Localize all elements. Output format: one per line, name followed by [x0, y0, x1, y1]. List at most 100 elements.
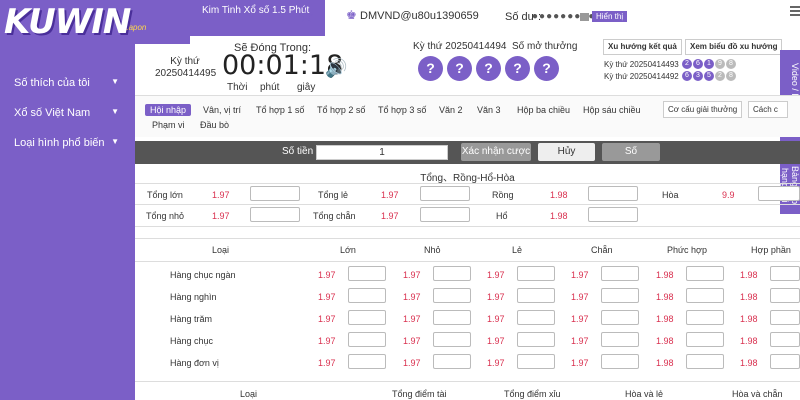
open-result-title: Kỳ thứ 20250414494 Số mở thưởng: [413, 41, 577, 52]
logo-sub: .apon: [126, 22, 147, 32]
bet-amount-input[interactable]: [686, 332, 724, 347]
odds-value: 1.97: [571, 270, 589, 280]
balance-dropdown-icon[interactable]: [580, 13, 589, 21]
result-ball: ?: [476, 56, 501, 81]
tab-van-vi-tri[interactable]: Vân, vị trí: [203, 105, 241, 115]
bet-amount-input[interactable]: [770, 332, 800, 347]
bet-amount-input[interactable]: [517, 354, 555, 369]
bet-amount-input[interactable]: [420, 186, 470, 201]
odds-value: 1.98: [656, 314, 674, 324]
odds-value: 1.97: [318, 292, 336, 302]
trend-chart-button[interactable]: Xem biểu đồ xu hướng: [685, 39, 783, 55]
tab-hop-ba-chieu[interactable]: Hộp ba chiều: [517, 105, 570, 115]
odds-value: 1.98: [656, 270, 674, 280]
bet-amount-input[interactable]: [686, 354, 724, 369]
show-balance-button[interactable]: Hiển thị: [592, 11, 628, 22]
odds-value: 1.98: [656, 358, 674, 368]
odds-value: 1.97: [487, 270, 505, 280]
open-period: Kỳ thứ 20250414494: [413, 41, 507, 52]
tab-hop-sau-chieu[interactable]: Hộp sáu chiều: [583, 105, 641, 115]
bet-amount-input[interactable]: [348, 354, 386, 369]
bet-amount-input[interactable]: [517, 310, 555, 325]
bet-amount-input[interactable]: [686, 266, 724, 281]
favorite-star-icon[interactable]: ☆: [298, 6, 314, 27]
odds-value: 1.98: [550, 190, 568, 200]
sidebar-item-label: Loại hình phổ biến: [14, 137, 105, 149]
sidebar-item-favorites[interactable]: Số thích của tôi ▼: [14, 77, 119, 89]
bet-amount-input[interactable]: [433, 332, 471, 347]
odds-value: 1.98: [740, 358, 758, 368]
volume-icon[interactable]: 🔊: [325, 58, 347, 79]
tab-pham-vi[interactable]: Phạm vi: [152, 120, 185, 130]
bet-amount-input[interactable]: [686, 288, 724, 303]
bet-amount-input[interactable]: [588, 186, 638, 201]
bet-amount-input[interactable]: [517, 332, 555, 347]
odds-value: 1.97: [381, 190, 399, 200]
tab-van-3[interactable]: Văn 3: [477, 105, 501, 115]
column-header: Hòa và lẻ: [625, 389, 664, 399]
bet-amount-input[interactable]: [433, 266, 471, 281]
cancel-button[interactable]: Hủy: [538, 143, 595, 161]
how-to-play-button[interactable]: Cách c: [748, 101, 788, 118]
tab-to-hop-1[interactable]: Tổ hợp 1 số: [256, 105, 304, 115]
previous-result-row: Kỳ thứ 20250414493 26198: [604, 59, 736, 69]
bet-amount-input[interactable]: [601, 310, 639, 325]
trend-result-button[interactable]: Xu hướng kết quả: [603, 39, 682, 55]
bet-amount-input[interactable]: [348, 288, 386, 303]
prev-ball: 8: [725, 59, 736, 69]
odds-value: 1.98: [740, 314, 758, 324]
tab-hoi-nhap[interactable]: Hội nhập: [145, 104, 192, 116]
bet-amount-input[interactable]: [601, 354, 639, 369]
odds-value: 1.97: [403, 314, 421, 324]
bet-amount-input[interactable]: [601, 332, 639, 347]
bet-amount-input[interactable]: [686, 310, 724, 325]
row-label: Hàng đơn vị: [170, 358, 219, 368]
bet-amount-input[interactable]: [420, 207, 470, 222]
chevron-down-icon: ▼: [111, 137, 119, 146]
tab-to-hop-3[interactable]: Tổ hợp 3 số: [378, 105, 426, 115]
odds-value: 1.97: [403, 336, 421, 346]
bet-amount-input[interactable]: [348, 266, 386, 281]
bet-amount-input[interactable]: [348, 310, 386, 325]
odds-value: 1.97: [318, 270, 336, 280]
odds-value: 1.97: [487, 336, 505, 346]
prev-ball: 6: [692, 59, 703, 69]
bet-amount-input[interactable]: [588, 207, 638, 222]
sidebar: [0, 0, 135, 400]
bet-amount-input[interactable]: [770, 266, 800, 281]
bet-amount-input[interactable]: [517, 288, 555, 303]
bet-amount-input[interactable]: [433, 354, 471, 369]
row-label: Hàng nghìn: [170, 292, 217, 302]
bet-amount-input[interactable]: [770, 288, 800, 303]
tab-dau-bo[interactable]: Đầu bò: [200, 120, 229, 130]
bet-label: Rồng: [492, 190, 514, 200]
odds-value: 1.98: [740, 292, 758, 302]
prize-structure-button[interactable]: Cơ cấu giải thưởng: [663, 101, 743, 118]
sidebar-item-vietnam-lottery[interactable]: Xổ số Việt Nam ▼: [14, 107, 119, 119]
bet-amount-input[interactable]: [250, 186, 300, 201]
bet-amount-input[interactable]: [348, 332, 386, 347]
odds-value: 1.98: [656, 336, 674, 346]
bet-amount-input[interactable]: [433, 288, 471, 303]
sidebar-item-popular[interactable]: Loại hình phổ biến ▼: [14, 137, 119, 149]
bet-amount-input[interactable]: [758, 186, 800, 201]
row-label: Hàng chục: [170, 336, 214, 346]
column-header: Loại: [212, 245, 230, 255]
bet-amount-input[interactable]: [770, 354, 800, 369]
logo-text: KUWIN: [4, 2, 131, 42]
timer-unit-seconds: giây: [297, 82, 316, 93]
bet-amount-input[interactable]: [517, 266, 555, 281]
bet-amount-input[interactable]: [433, 310, 471, 325]
tab-to-hop-2[interactable]: Tổ hợp 2 số: [317, 105, 365, 115]
bet-amount-input[interactable]: [601, 266, 639, 281]
bet-amount-input[interactable]: [250, 207, 300, 222]
stake-input[interactable]: 1: [316, 145, 448, 160]
stake-label: Số tiền: [282, 146, 314, 157]
tab-van-2[interactable]: Văn 2: [439, 105, 463, 115]
menu-icon[interactable]: [790, 4, 800, 18]
brand-logo[interactable]: KUWIN .apon: [0, 0, 190, 44]
bet-amount-input[interactable]: [601, 288, 639, 303]
bet-amount-input[interactable]: [770, 310, 800, 325]
number-button[interactable]: Số: [602, 143, 660, 161]
confirm-bet-button[interactable]: Xác nhận cược: [461, 143, 531, 161]
